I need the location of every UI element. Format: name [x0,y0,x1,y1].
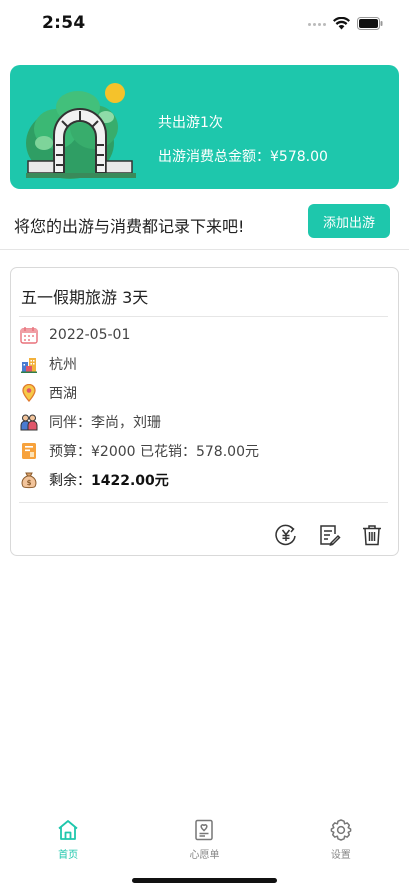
remaining-value: 1422.00元 [91,473,169,489]
trip-date: 2022-05-01 [49,327,131,343]
prompt-text: 将您的出游与消费都记录下来吧! [14,217,245,236]
status-icons [308,15,383,34]
trash-icon[interactable] [360,523,384,547]
trip-place-row: 西湖 [19,382,77,404]
trip-budget: 预算：¥2000 已花销：578.00元 [49,444,259,460]
divider [0,249,409,250]
budget-icon [19,441,39,461]
svg-text:$: $ [27,479,32,487]
companions-icon [19,412,39,432]
money-bag-icon: $ [19,470,39,490]
remaining-label: 剩余： [49,473,91,489]
summary-text: 共出游1次 出游消费总金额：¥578.00 [158,113,328,167]
edit-icon[interactable] [317,523,341,547]
trip-city-row: 杭州 [19,353,77,375]
trip-count: 共出游1次 [158,115,223,131]
wifi-icon [333,15,350,34]
trip-companions: 同伴：李尚，刘珊 [49,415,161,431]
trip-card[interactable]: 五一假期旅游 3天 2022-05-01 杭州 西湖 同伴：李尚，刘珊 预算：¥… [10,267,399,556]
tab-label: 设置 [330,850,351,861]
trip-city: 杭州 [49,357,77,373]
trip-place: 西湖 [49,386,77,402]
trip-budget-row: 预算：¥2000 已花销：578.00元 [19,440,259,462]
tab-bar: 首页 心愿单 设置 [0,812,409,872]
battery-icon [357,15,383,34]
status-time: 2:54 [42,13,86,33]
expense-icon[interactable] [274,523,298,547]
status-bar: 2:54 [0,0,409,48]
tab-label: 首页 [58,850,79,861]
divider [19,502,388,503]
home-indicator [132,878,277,883]
trip-remaining-row: $ 剩余： 1422.00元 [19,469,169,491]
tab-label: 心愿单 [189,850,220,861]
wishlist-icon [192,818,216,842]
trip-actions [274,523,384,547]
add-trip-button[interactable]: 添加出游 [308,204,390,238]
tab-settings[interactable]: 设置 [273,812,409,872]
signal-icon [308,23,326,26]
divider [19,316,388,317]
tab-home[interactable]: 首页 [0,812,136,872]
total-spend: 出游消费总金额：¥578.00 [158,149,328,165]
trip-date-row: 2022-05-01 [19,324,130,346]
calendar-icon [19,325,39,345]
trip-title: 五一假期旅游 3天 [21,288,149,307]
prompt-row: 将您的出游与消费都记录下来吧! 添加出游 [0,203,409,245]
travel-illustration-icon [26,77,144,183]
city-icon [19,354,39,374]
home-icon [56,818,80,842]
tab-wishlist[interactable]: 心愿单 [136,812,272,872]
trip-companions-row: 同伴：李尚，刘珊 [19,411,161,433]
location-pin-icon [19,383,39,403]
summary-card: 共出游1次 出游消费总金额：¥578.00 [10,65,399,189]
gear-icon [329,818,353,842]
